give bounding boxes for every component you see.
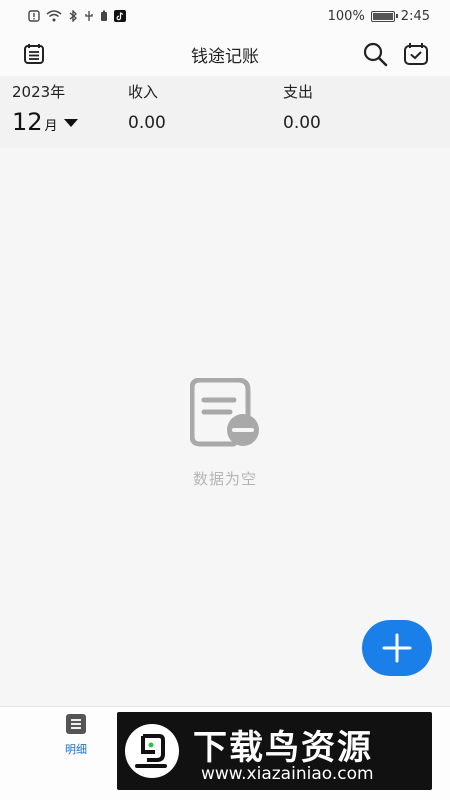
year-label: 2023年 — [12, 83, 66, 101]
bird-logo-icon — [125, 724, 179, 778]
alert-icon — [28, 10, 40, 22]
summary-bar: 2023年 12 月 收入 0.00 支出 0.00 — [0, 76, 450, 148]
records-list: 数据为空 — [0, 148, 450, 706]
expense-label: 支出 — [283, 83, 314, 101]
search-icon[interactable] — [361, 40, 389, 68]
battery-percent: 100% — [327, 8, 365, 24]
watermark-title: 下载鸟资源 — [193, 728, 373, 768]
empty-document-icon — [189, 377, 262, 452]
plus-icon — [382, 633, 412, 663]
clock: 2:45 — [400, 8, 430, 24]
battery-small-icon — [101, 10, 107, 21]
income-value: 0.00 — [128, 113, 166, 133]
nav-item-label: 明细 — [65, 743, 87, 756]
status-icons-left — [28, 8, 126, 24]
watermark-banner: 下载鸟资源 www.xiazainiao.com — [117, 712, 432, 790]
battery-icon — [370, 10, 398, 22]
nav-item-details[interactable]: 明细 — [56, 713, 96, 757]
list-icon — [66, 714, 86, 734]
tiktok-icon — [114, 10, 126, 22]
watermark-url: www.xiazainiao.com — [201, 764, 374, 784]
calendar-check-icon[interactable] — [402, 40, 430, 68]
expense-value: 0.00 — [283, 113, 321, 133]
add-record-button[interactable] — [362, 620, 432, 676]
month-picker[interactable]: 12 月 — [12, 108, 78, 136]
empty-state-text: 数据为空 — [192, 470, 257, 488]
status-bar: 100% 2:45 — [0, 0, 450, 32]
month-number: 12 — [12, 108, 43, 136]
caret-down-icon — [63, 119, 78, 127]
wifi-icon — [46, 10, 62, 22]
bluetooth-icon — [69, 10, 77, 22]
month-unit: 月 — [44, 119, 58, 134]
income-label: 收入 — [128, 83, 159, 101]
usb-icon — [85, 11, 93, 21]
app-header: 钱途记账 — [0, 32, 450, 76]
status-icons-right: 100% 2:45 — [328, 8, 430, 24]
